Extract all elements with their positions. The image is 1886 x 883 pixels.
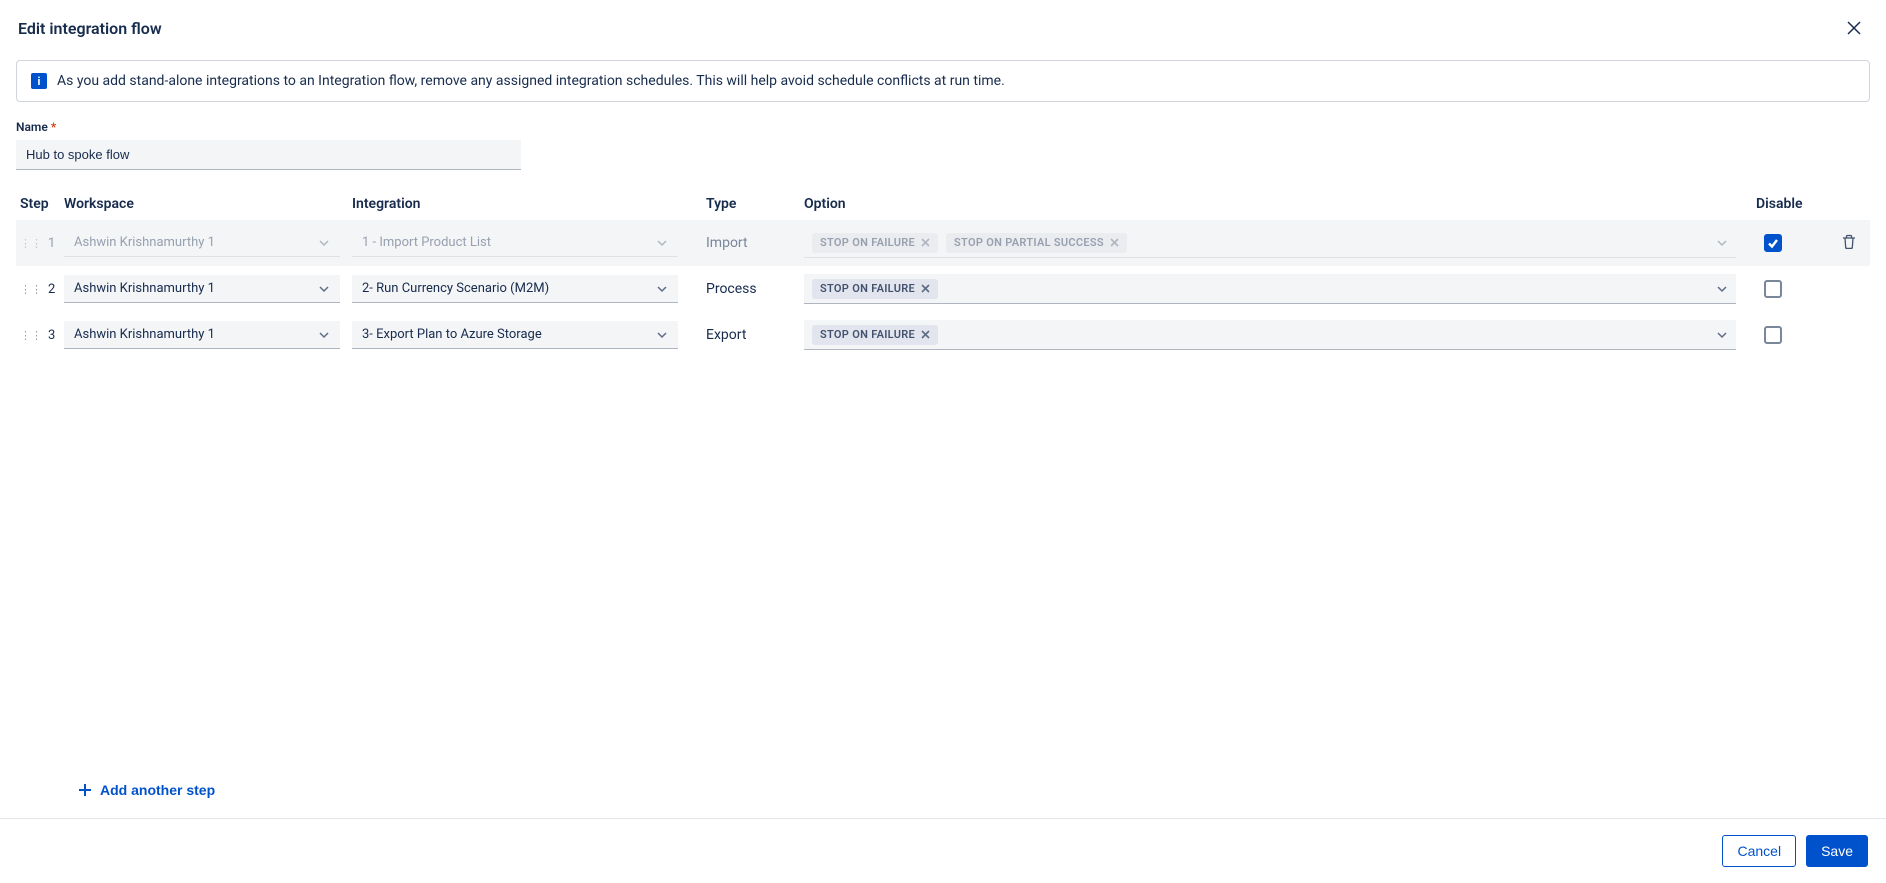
chevron-down-icon [656, 329, 668, 341]
tag-close-icon [921, 238, 930, 247]
integration-value: 3- Export Plan to Azure Storage [362, 327, 542, 342]
tag-remove[interactable] [921, 328, 930, 342]
integration-select[interactable]: 2- Run Currency Scenario (M2M) [352, 275, 678, 303]
name-label-text: Name [16, 120, 48, 134]
table-header-row: Step Workspace Integration Type Option D… [16, 188, 1870, 220]
drag-handle-icon[interactable]: ⋮⋮ [20, 284, 42, 295]
info-banner-text: As you add stand-alone integrations to a… [57, 73, 1005, 89]
table-row: ⋮⋮ 1 Ashwin Krishnamurthy 1 1 - Import P… [16, 220, 1870, 266]
disable-checkbox[interactable] [1764, 280, 1782, 298]
drag-handle-icon[interactable]: ⋮⋮ [20, 330, 42, 341]
workspace-value: Ashwin Krishnamurthy 1 [74, 235, 215, 250]
col-header-step: Step [16, 196, 64, 212]
add-step-button[interactable]: Add another step [78, 782, 215, 798]
col-header-option: Option [804, 196, 1756, 212]
workspace-value: Ashwin Krishnamurthy 1 [74, 327, 215, 342]
col-header-integration: Integration [352, 196, 706, 212]
integration-value: 1 - Import Product List [362, 235, 491, 250]
plus-icon [78, 783, 92, 797]
chevron-down-icon [1716, 329, 1728, 341]
tag-remove[interactable] [921, 282, 930, 296]
chevron-down-icon [656, 283, 668, 295]
integration-select[interactable]: 3- Export Plan to Azure Storage [352, 321, 678, 349]
name-label: Name * [16, 120, 1870, 134]
col-header-type: Type [706, 196, 804, 212]
col-header-workspace: Workspace [64, 196, 352, 212]
chevron-down-icon [318, 237, 330, 249]
disable-checkbox[interactable] [1764, 326, 1782, 344]
modal-title: Edit integration flow [18, 19, 162, 38]
option-select[interactable]: STOP ON FAILURE STOP ON PARTIAL SUCCESS [804, 228, 1736, 258]
close-button[interactable] [1840, 14, 1868, 42]
tag-remove[interactable] [921, 236, 930, 250]
step-number: 3 [48, 328, 55, 343]
save-button[interactable]: Save [1806, 835, 1868, 867]
workspace-select[interactable]: Ashwin Krishnamurthy 1 [64, 275, 340, 303]
chevron-down-icon [318, 283, 330, 295]
col-header-disable: Disable [1756, 196, 1828, 212]
table-row: ⋮⋮ 2 Ashwin Krishnamurthy 1 2- Run Curre… [16, 266, 1870, 312]
info-banner: i As you add stand-alone integrations to… [16, 60, 1870, 102]
chevron-down-icon [656, 237, 668, 249]
chevron-down-icon [1716, 237, 1728, 249]
required-indicator: * [51, 120, 56, 134]
tag-remove[interactable] [1110, 236, 1119, 250]
option-tag: STOP ON FAILURE [812, 325, 938, 345]
tag-close-icon [921, 284, 930, 293]
add-step-label: Add another step [100, 782, 215, 798]
workspace-value: Ashwin Krishnamurthy 1 [74, 281, 215, 296]
option-select[interactable]: STOP ON FAILURE [804, 320, 1736, 350]
chevron-down-icon [318, 329, 330, 341]
name-input[interactable] [16, 140, 521, 170]
tag-close-icon [1110, 238, 1119, 247]
option-tag: STOP ON FAILURE [812, 279, 938, 299]
check-icon [1767, 237, 1779, 249]
trash-icon [1841, 234, 1857, 250]
option-tag: STOP ON FAILURE [812, 233, 938, 253]
drag-handle-icon[interactable]: ⋮⋮ [20, 238, 42, 249]
type-value: Import [706, 235, 804, 251]
workspace-select[interactable]: Ashwin Krishnamurthy 1 [64, 229, 340, 257]
step-number: 1 [48, 236, 55, 251]
close-icon [1844, 18, 1864, 38]
type-value: Process [706, 281, 804, 297]
table-row: ⋮⋮ 3 Ashwin Krishnamurthy 1 3- Export Pl… [16, 312, 1870, 358]
workspace-select[interactable]: Ashwin Krishnamurthy 1 [64, 321, 340, 349]
integration-value: 2- Run Currency Scenario (M2M) [362, 281, 549, 296]
integration-select[interactable]: 1 - Import Product List [352, 229, 678, 257]
option-tag: STOP ON PARTIAL SUCCESS [946, 233, 1127, 253]
option-select[interactable]: STOP ON FAILURE [804, 274, 1736, 304]
info-icon: i [31, 73, 47, 89]
type-value: Export [706, 327, 804, 343]
step-number: 2 [48, 282, 55, 297]
cancel-button[interactable]: Cancel [1722, 835, 1796, 867]
chevron-down-icon [1716, 283, 1728, 295]
tag-close-icon [921, 330, 930, 339]
disable-checkbox[interactable] [1764, 234, 1782, 252]
delete-row-button[interactable] [1837, 230, 1861, 257]
